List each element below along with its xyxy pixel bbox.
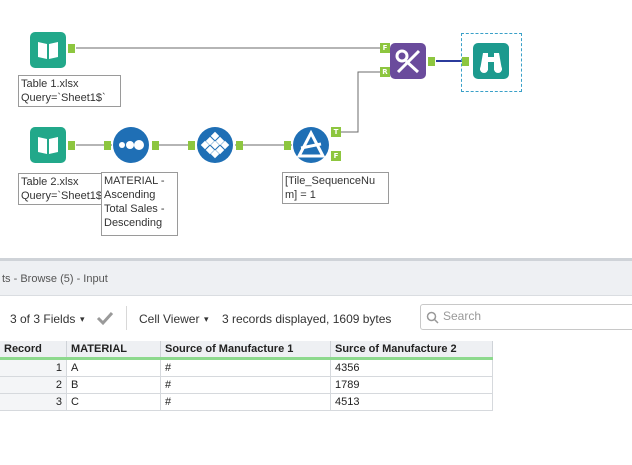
results-title: ts - Browse (5) - Input — [2, 273, 108, 285]
input-anchor[interactable] — [188, 141, 195, 150]
book-icon — [30, 127, 66, 163]
filter-tool[interactable] — [292, 126, 330, 164]
column-header[interactable]: MATERIAL — [66, 341, 161, 360]
output-anchor[interactable] — [68, 44, 75, 53]
workflow-canvas[interactable]: Table 1.xlsx Query=`Sheet1$` Table 2.xls… — [0, 0, 632, 258]
input-data-tool-1[interactable] — [29, 31, 67, 69]
annotation-filter: [Tile_SequenceNu m] = 1 — [282, 172, 389, 204]
output-anchor[interactable] — [152, 141, 159, 150]
record-cell: 3 — [0, 393, 67, 411]
browse-tool[interactable] — [472, 42, 510, 80]
checkmark-icon[interactable] — [96, 310, 114, 326]
table-cell[interactable]: B — [66, 376, 161, 394]
column-header[interactable]: Source of Manufacture 1 — [160, 341, 331, 360]
table-row[interactable]: 3 C # 4513 — [0, 393, 493, 411]
filter-true-anchor[interactable]: T — [331, 127, 341, 137]
sort-dots-icon — [113, 127, 149, 163]
fields-selector[interactable]: 3 of 3 Fields — [10, 312, 75, 326]
input-anchor[interactable] — [104, 141, 111, 150]
input-anchor[interactable] — [284, 141, 291, 150]
input-data-tool-2[interactable] — [29, 126, 67, 164]
input-anchor[interactable] — [462, 57, 469, 66]
records-info: 3 records displayed, 1609 bytes — [222, 312, 392, 326]
results-table: Record MATERIAL Source of Manufacture 1 … — [0, 341, 493, 411]
annotation-sort: MATERIAL - Ascending Total Sales - Desce… — [101, 172, 178, 236]
column-header[interactable]: Surce of Manufacture 2 — [330, 341, 493, 360]
sort-tool[interactable] — [112, 126, 150, 164]
join-icon — [390, 43, 426, 79]
search-icon — [426, 311, 439, 324]
tile-tool[interactable] — [196, 126, 234, 164]
join-output-anchor[interactable] — [428, 57, 435, 66]
table-cell[interactable]: # — [160, 376, 331, 394]
record-cell: 1 — [0, 358, 67, 377]
filter-false-anchor[interactable]: F — [331, 151, 341, 161]
results-toolbar: 3 of 3 Fields ▾ Cell Viewer ▾ 3 records … — [0, 296, 632, 338]
search-input[interactable]: Search — [420, 304, 632, 330]
table-cell[interactable]: 1789 — [330, 376, 493, 394]
table-header-row: Record MATERIAL Source of Manufacture 1 … — [0, 341, 493, 360]
annotation-input1: Table 1.xlsx Query=`Sheet1$` — [18, 75, 121, 107]
wire-filter-join — [337, 71, 381, 133]
table-cell[interactable]: # — [160, 358, 331, 377]
output-anchor[interactable] — [68, 141, 75, 150]
chevron-down-icon[interactable]: ▾ — [204, 314, 209, 325]
table-row[interactable]: 2 B # 1789 — [0, 376, 493, 394]
join-tool[interactable] — [389, 42, 427, 80]
toolbar-separator — [126, 306, 127, 330]
results-panel-header: ts - Browse (5) - Input — [0, 261, 632, 296]
table-cell[interactable]: # — [160, 393, 331, 411]
table-cell[interactable]: A — [66, 358, 161, 377]
chevron-down-icon[interactable]: ▾ — [80, 314, 85, 325]
table-cell[interactable]: C — [66, 393, 161, 411]
annotation-input2: Table 2.xlsx Query=`Sheet1$ — [18, 173, 104, 205]
filter-icon — [293, 127, 329, 163]
book-icon — [30, 32, 66, 68]
table-row[interactable]: 1 A # 4356 — [0, 358, 493, 377]
record-cell: 2 — [0, 376, 67, 394]
table-cell[interactable]: 4356 — [330, 358, 493, 377]
output-anchor[interactable] — [236, 141, 243, 150]
search-placeholder: Search — [443, 309, 482, 323]
binoculars-icon — [473, 43, 509, 79]
tile-diamond-icon — [197, 127, 233, 163]
cell-viewer-button[interactable]: Cell Viewer — [139, 312, 199, 326]
column-header[interactable]: Record — [0, 341, 67, 360]
table-cell[interactable]: 4513 — [330, 393, 493, 411]
